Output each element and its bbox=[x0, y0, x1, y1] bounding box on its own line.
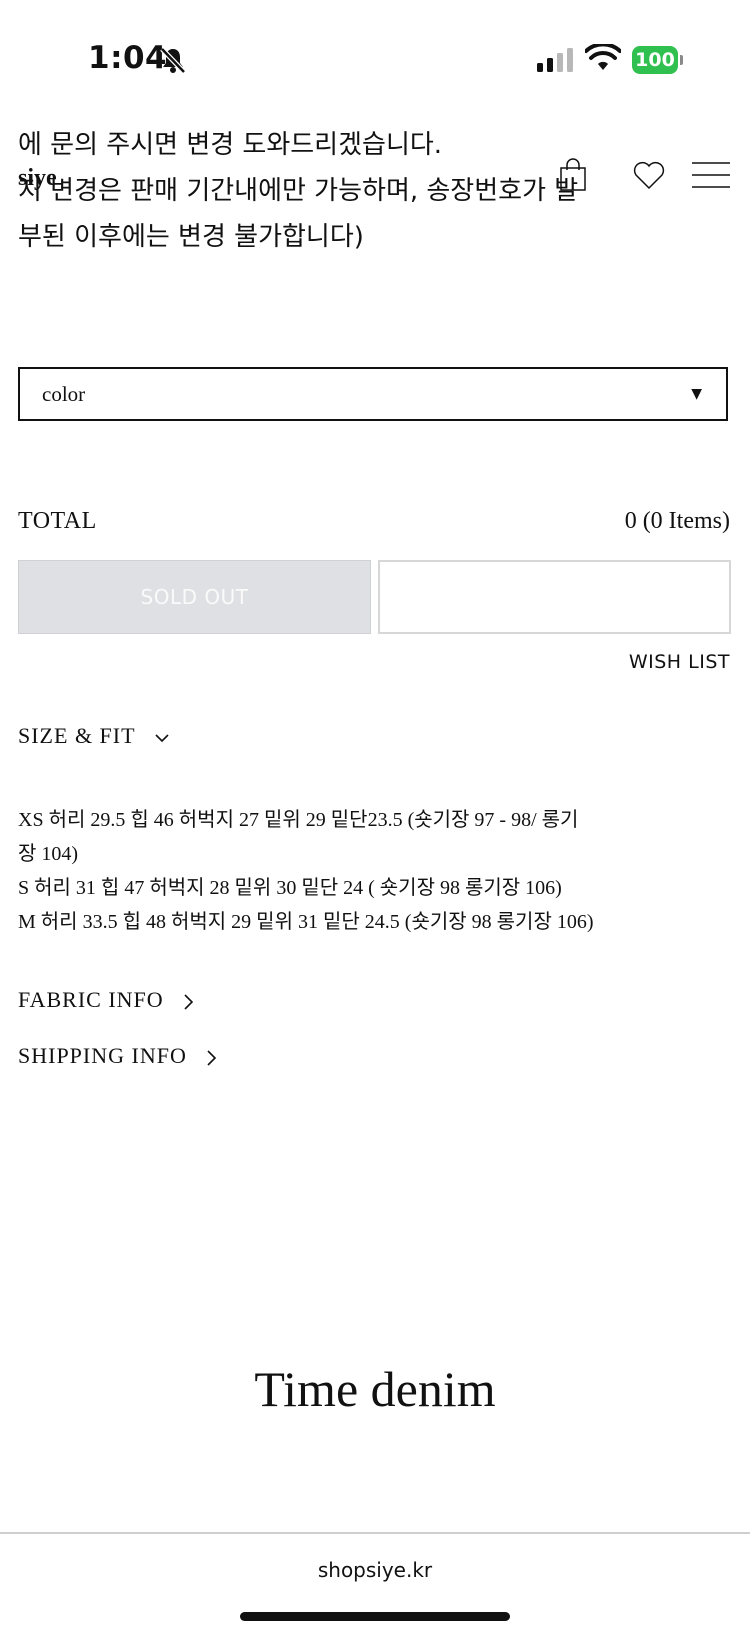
size-line: 장 104) bbox=[18, 843, 79, 865]
home-indicator bbox=[240, 1612, 510, 1621]
wifi-icon bbox=[585, 44, 621, 70]
fabric-info-label: FABRIC INFO bbox=[18, 987, 164, 1012]
hamburger-menu-icon[interactable] bbox=[692, 160, 730, 190]
battery-level: 100 bbox=[632, 46, 678, 74]
heart-icon[interactable] bbox=[632, 160, 666, 190]
chevron-down-icon bbox=[155, 734, 169, 743]
shipping-info-toggle[interactable]: SHIPPING INFO bbox=[18, 1043, 217, 1069]
size-fit-details: XS 허리 29.5 힙 46 허벅지 27 밑위 29 밑단23.5 (숏기장… bbox=[18, 803, 730, 939]
color-select[interactable]: color ▼ bbox=[18, 367, 728, 421]
notice-line: 지 변경은 판매 기간내에만 가능하며, 송장번호가 발 bbox=[18, 176, 579, 206]
notice-line: 에 문의 주시면 변경 도와드리겠습니다. bbox=[18, 130, 443, 160]
bell-slash-icon bbox=[160, 47, 186, 74]
chevron-right-icon bbox=[207, 1050, 217, 1066]
total-label: TOTAL bbox=[18, 508, 97, 534]
site-logo[interactable]: siye bbox=[18, 165, 57, 192]
status-bar: 1:04 100 bbox=[0, 0, 750, 100]
wish-list-link[interactable]: WISH LIST bbox=[629, 651, 730, 673]
shipping-info-label: SHIPPING INFO bbox=[18, 1043, 187, 1068]
battery-icon: 100 bbox=[632, 46, 684, 74]
size-line: S 허리 31 힙 47 허벅지 28 밑위 30 밑단 24 ( 숏기장 98… bbox=[18, 877, 562, 899]
cellular-signal-icon bbox=[537, 48, 573, 72]
caret-down-icon: ▼ bbox=[691, 386, 702, 402]
product-name: Time denim bbox=[254, 1361, 496, 1417]
fabric-info-toggle[interactable]: FABRIC INFO bbox=[18, 987, 194, 1013]
secondary-action-button[interactable] bbox=[378, 560, 731, 634]
clock: 1:04 bbox=[88, 40, 168, 76]
size-line: M 허리 33.5 힙 48 허벅지 29 밑위 31 밑단 24.5 (숏기장… bbox=[18, 911, 594, 933]
exchange-notice: 에 문의 주시면 변경 도와드리겠습니다. 지 변경은 판매 기간내에만 가능하… bbox=[18, 122, 738, 260]
size-fit-label: SIZE & FIT bbox=[18, 723, 136, 748]
notice-line: 부된 이후에는 변경 불가합니다) bbox=[18, 222, 364, 252]
url-text[interactable]: shopsiye.kr bbox=[0, 1558, 750, 1582]
sold-out-button[interactable]: SOLD OUT bbox=[18, 560, 371, 634]
size-fit-toggle[interactable]: SIZE & FIT bbox=[18, 723, 170, 749]
color-select-value: color bbox=[42, 382, 86, 406]
browser-address-bar[interactable]: shopsiye.kr bbox=[0, 1532, 750, 1632]
total-value: 0 (0 Items) bbox=[624, 508, 730, 534]
size-line: XS 허리 29.5 힙 46 허벅지 27 밑위 29 밑단23.5 (숏기장… bbox=[18, 809, 579, 831]
chevron-right-icon bbox=[184, 994, 194, 1010]
shopping-bag-icon[interactable] bbox=[558, 158, 588, 192]
